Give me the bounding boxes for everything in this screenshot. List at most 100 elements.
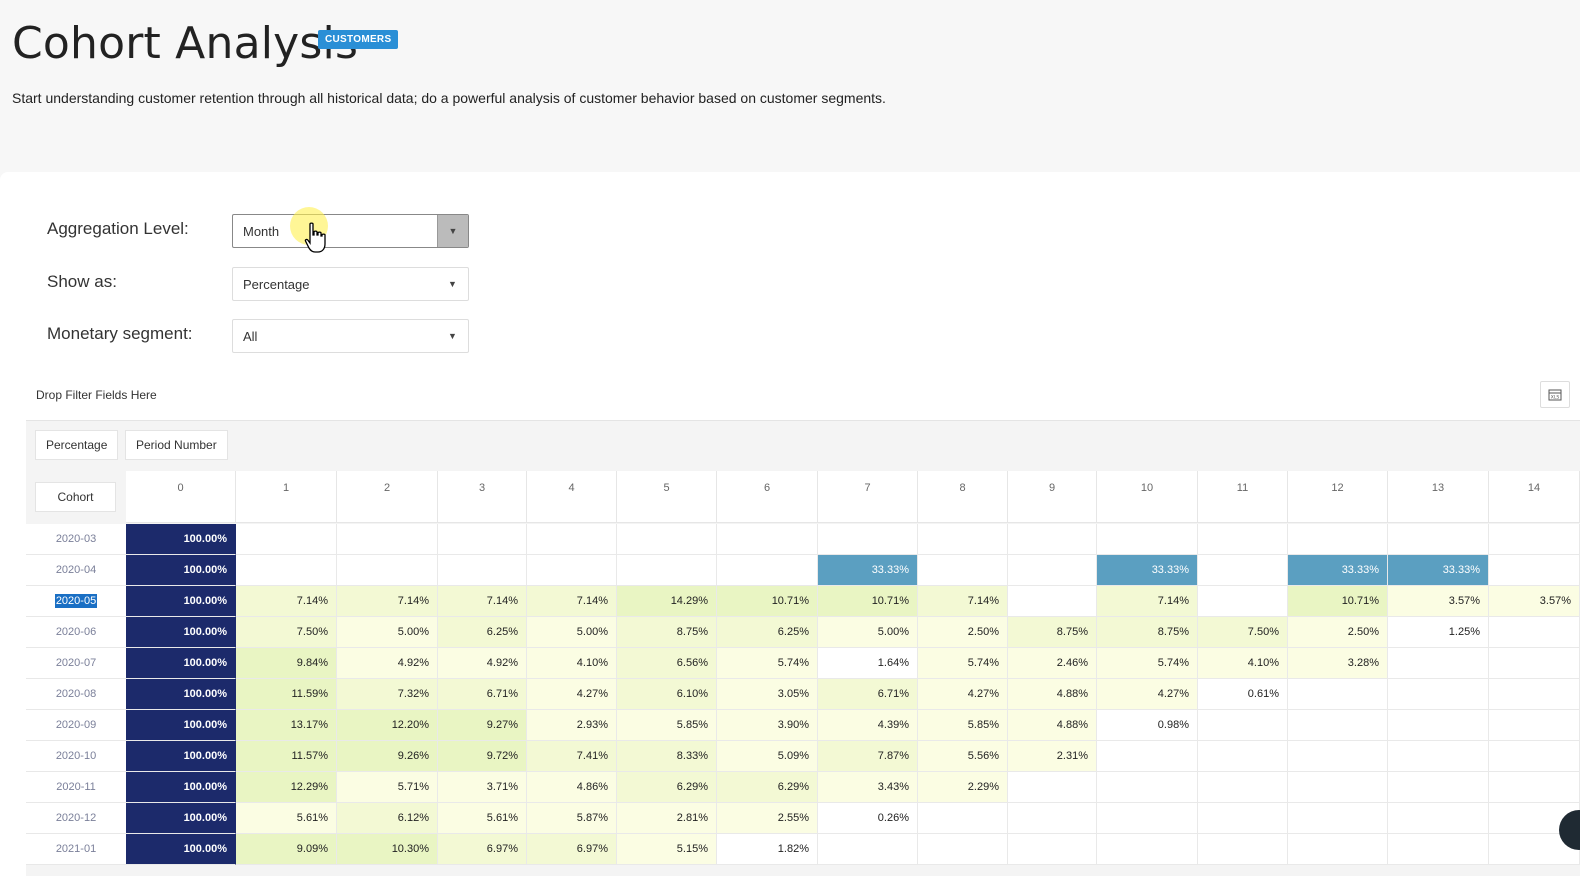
table-cell[interactable]: 2.46% [1008,648,1097,679]
table-cell[interactable]: 10.71% [717,586,818,617]
table-cell[interactable] [918,803,1008,834]
table-cell[interactable] [617,555,717,586]
table-cell[interactable] [1288,710,1388,741]
table-cell[interactable] [1198,772,1288,803]
table-cell[interactable]: 33.33% [1097,555,1198,586]
table-cell[interactable] [1097,803,1198,834]
column-field-chip[interactable]: Period Number [125,430,228,460]
table-cell[interactable]: 3.57% [1489,586,1580,617]
table-cell[interactable] [1008,834,1097,865]
table-cell[interactable] [337,524,438,555]
table-cell[interactable] [717,524,818,555]
table-cell[interactable]: 100.00% [126,834,236,865]
table-cell[interactable]: 2.55% [717,803,818,834]
chevron-down-icon[interactable]: ▼ [437,215,468,247]
table-cell[interactable]: 3.71% [438,772,527,803]
table-cell[interactable]: 0.98% [1097,710,1198,741]
table-cell[interactable]: 6.25% [717,617,818,648]
table-cell[interactable]: 6.29% [717,772,818,803]
table-cell[interactable] [1288,679,1388,710]
table-cell[interactable]: 6.25% [438,617,527,648]
table-cell[interactable]: 5.87% [527,803,617,834]
table-cell[interactable]: 4.86% [527,772,617,803]
table-cell[interactable] [1388,524,1489,555]
table-cell[interactable] [1008,555,1097,586]
cohort-row-label[interactable]: 2020-04 [26,555,126,586]
table-cell[interactable]: 3.05% [717,679,818,710]
table-cell[interactable] [1288,741,1388,772]
column-header[interactable]: 3 [438,471,527,523]
table-cell[interactable]: 2.93% [527,710,617,741]
table-cell[interactable] [617,524,717,555]
table-cell[interactable]: 7.41% [527,741,617,772]
table-cell[interactable]: 7.14% [1097,586,1198,617]
table-cell[interactable]: 100.00% [126,648,236,679]
table-cell[interactable]: 7.14% [918,586,1008,617]
table-cell[interactable]: 8.75% [1008,617,1097,648]
table-cell[interactable]: 8.75% [1097,617,1198,648]
table-cell[interactable]: 7.87% [818,741,918,772]
table-cell[interactable]: 9.72% [438,741,527,772]
cohort-row-label[interactable]: 2020-09 [26,710,126,741]
column-header[interactable]: 12 [1288,471,1388,523]
table-cell[interactable] [818,524,918,555]
table-cell[interactable] [1388,834,1489,865]
table-cell[interactable]: 9.26% [337,741,438,772]
table-cell[interactable] [1198,524,1288,555]
table-cell[interactable]: 7.32% [337,679,438,710]
column-header[interactable]: 8 [918,471,1008,523]
table-cell[interactable]: 3.57% [1388,586,1489,617]
cohort-row-label[interactable]: 2020-07 [26,648,126,679]
table-cell[interactable]: 2.50% [1288,617,1388,648]
table-cell[interactable] [1198,741,1288,772]
table-cell[interactable] [337,555,438,586]
table-cell[interactable]: 6.97% [438,834,527,865]
table-cell[interactable]: 14.29% [617,586,717,617]
table-cell[interactable]: 5.85% [617,710,717,741]
table-cell[interactable]: 4.27% [527,679,617,710]
table-cell[interactable] [1288,834,1388,865]
chevron-down-icon[interactable]: ▼ [437,268,468,300]
value-field-chip[interactable]: Percentage [35,430,119,460]
table-cell[interactable]: 9.84% [236,648,337,679]
column-header[interactable]: 1 [236,471,337,523]
table-cell[interactable]: 100.00% [126,679,236,710]
column-header[interactable]: 4 [527,471,617,523]
table-cell[interactable] [1388,710,1489,741]
table-cell[interactable] [1097,741,1198,772]
table-cell[interactable]: 7.14% [236,586,337,617]
table-cell[interactable]: 6.97% [527,834,617,865]
table-cell[interactable]: 8.75% [617,617,717,648]
column-header[interactable]: 5 [617,471,717,523]
table-cell[interactable]: 100.00% [126,586,236,617]
table-cell[interactable] [1198,586,1288,617]
table-cell[interactable]: 6.71% [438,679,527,710]
table-cell[interactable]: 100.00% [126,772,236,803]
cohort-row-label[interactable]: 2020-12 [26,803,126,834]
table-cell[interactable]: 13.17% [236,710,337,741]
table-cell[interactable]: 2.29% [918,772,1008,803]
table-cell[interactable]: 100.00% [126,741,236,772]
table-cell[interactable]: 33.33% [818,555,918,586]
table-cell[interactable]: 6.10% [617,679,717,710]
table-cell[interactable]: 0.61% [1198,679,1288,710]
xlsx-export-icon[interactable]: XLS [1540,381,1570,408]
table-cell[interactable]: 100.00% [126,710,236,741]
table-cell[interactable]: 6.56% [617,648,717,679]
table-cell[interactable]: 5.74% [1097,648,1198,679]
cohort-row-label[interactable]: 2020-03 [26,524,126,555]
table-cell[interactable] [1008,524,1097,555]
table-cell[interactable] [1097,772,1198,803]
table-cell[interactable] [1008,803,1097,834]
table-cell[interactable] [1489,710,1580,741]
table-cell[interactable]: 6.29% [617,772,717,803]
table-cell[interactable]: 33.33% [1388,555,1489,586]
table-cell[interactable] [1388,772,1489,803]
table-cell[interactable] [1198,555,1288,586]
table-cell[interactable]: 5.61% [438,803,527,834]
table-cell[interactable] [1489,617,1580,648]
table-cell[interactable]: 6.12% [337,803,438,834]
table-cell[interactable] [1097,834,1198,865]
table-cell[interactable] [236,555,337,586]
table-cell[interactable]: 5.61% [236,803,337,834]
